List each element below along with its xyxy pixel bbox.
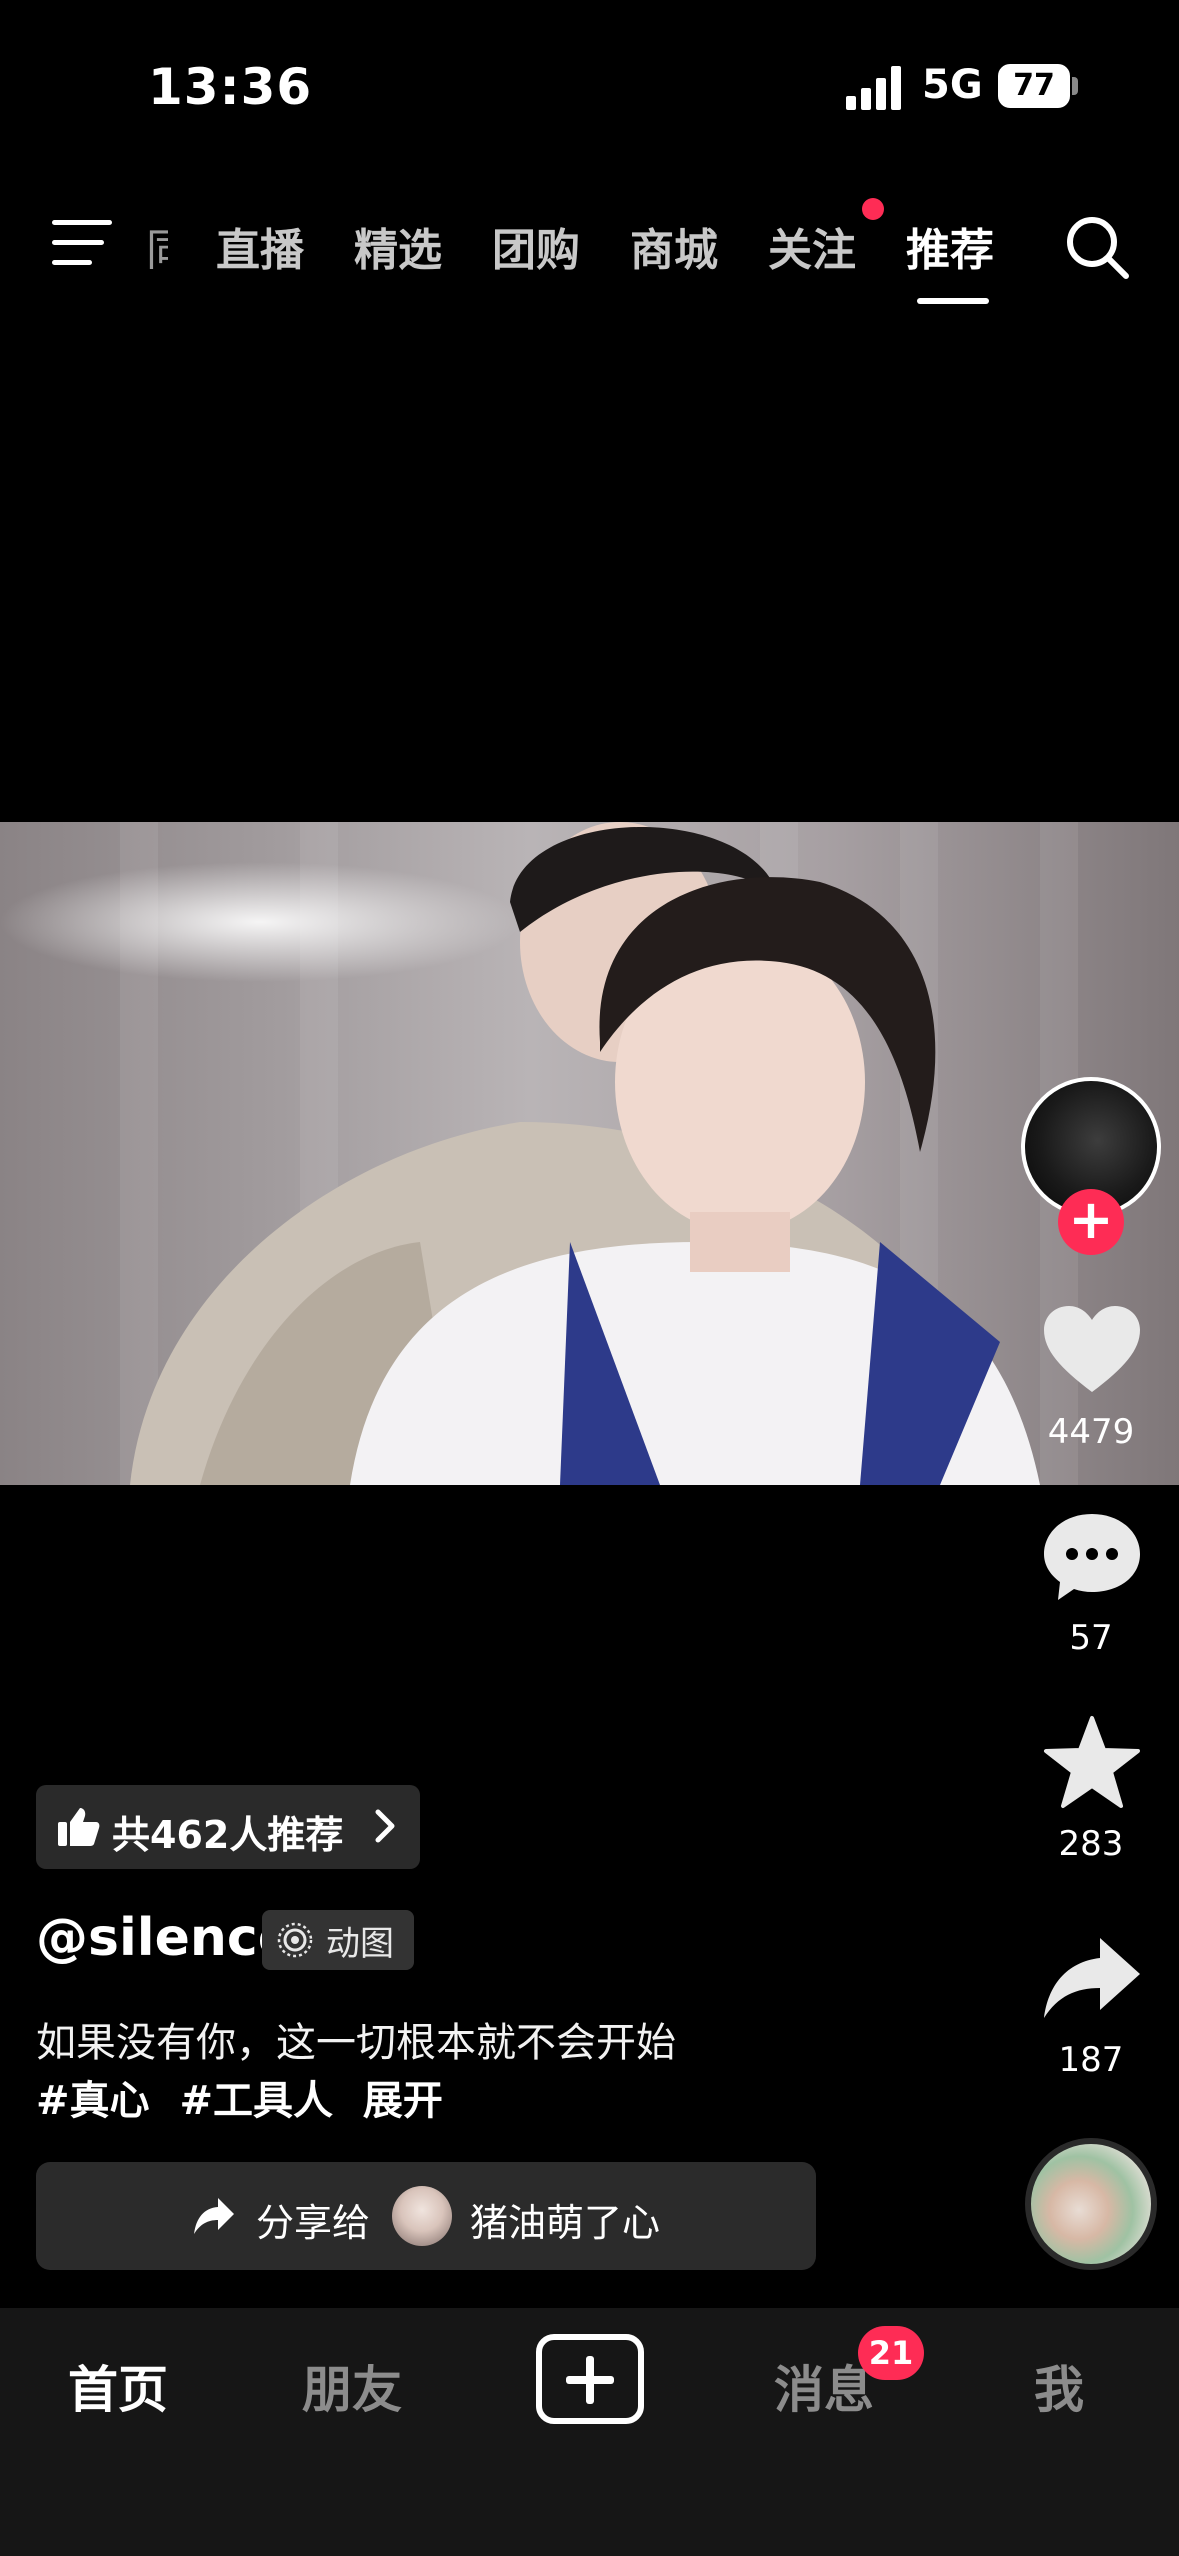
comment-count: 57 [1069, 1618, 1113, 1658]
favorite-count: 283 [1058, 1824, 1124, 1864]
comment-icon[interactable] [1040, 1508, 1144, 1604]
tab-mall[interactable]: 商城 [630, 214, 718, 278]
recommend-count: 共462人推荐 [112, 1813, 344, 1857]
hashtag-row: #真心 #工具人 展开 [36, 2068, 459, 2126]
post-caption: 如果没有你，这一切根本就不会开始 [36, 2020, 676, 2066]
create-post-button[interactable] [536, 2334, 644, 2424]
messages-badge: 21 [858, 2326, 924, 2380]
tab-group-buy[interactable]: 团购 [492, 214, 580, 278]
nav-home[interactable]: 首页 [68, 2350, 168, 2422]
battery-level: 77 [1013, 68, 1055, 103]
nav-friends[interactable]: 朋友 [302, 2350, 402, 2422]
author-username[interactable]: @silence [36, 1908, 293, 1968]
network-type: 5G [922, 62, 983, 108]
battery-icon: 77 [998, 64, 1070, 108]
share-icon[interactable] [1040, 1930, 1144, 2026]
tab-partial[interactable]: 同城 [146, 214, 168, 278]
active-tab-indicator [917, 298, 989, 304]
video-player[interactable] [0, 822, 1179, 1485]
share-count: 187 [1058, 2040, 1124, 2080]
tab-featured[interactable]: 精选 [354, 214, 442, 278]
like-count: 4479 [1047, 1412, 1135, 1452]
live-photo-icon [277, 1922, 313, 1958]
hashtag-link[interactable]: #工具人 [179, 2078, 333, 2124]
friend-name: 猪油萌了心 [470, 2201, 661, 2245]
heart-icon[interactable] [1040, 1302, 1144, 1398]
hashtag-link[interactable]: #真心 [36, 2078, 150, 2124]
share-label: 分享给 [256, 2201, 371, 2245]
tab-recommended[interactable]: 推荐 [906, 214, 994, 278]
following-notification-dot [862, 198, 884, 220]
gif-badge-label: 动图 [326, 1924, 394, 1964]
expand-link[interactable]: 展开 [363, 2078, 443, 2124]
thumbs-up-icon [58, 1808, 100, 1846]
search-icon[interactable] [1064, 214, 1130, 280]
nav-me[interactable]: 我 [1034, 2350, 1084, 2422]
music-disc[interactable] [1025, 2138, 1157, 2270]
video-frame-image [0, 822, 1040, 1485]
battery-tip [1072, 77, 1078, 95]
star-icon[interactable] [1040, 1714, 1144, 1810]
menu-icon[interactable] [52, 218, 114, 268]
chevron-right-icon [375, 1809, 395, 1843]
status-time: 13:36 [148, 58, 313, 116]
friend-avatar [392, 2186, 452, 2246]
tab-live[interactable]: 直播 [216, 214, 304, 278]
follow-plus-button[interactable]: + [1058, 1189, 1124, 1255]
signal-icon [846, 66, 902, 110]
tab-following[interactable]: 关注 [768, 214, 856, 278]
share-arrow-icon [194, 2198, 234, 2234]
